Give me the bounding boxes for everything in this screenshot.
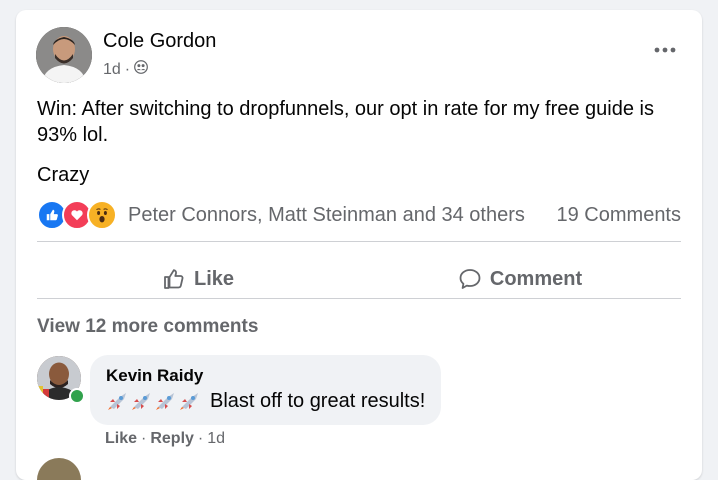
comment-icon bbox=[459, 269, 481, 289]
comments-count[interactable]: 19 Comments bbox=[557, 204, 682, 227]
online-status-dot bbox=[69, 388, 85, 404]
divider bbox=[37, 241, 681, 242]
meta-separator: · bbox=[124, 60, 131, 78]
more-options-button[interactable] bbox=[650, 38, 680, 62]
post-body: Win: After switching to dropfunnels, our… bbox=[37, 96, 677, 188]
next-commenter-avatar[interactable] bbox=[37, 458, 81, 480]
post-text-line: Crazy bbox=[37, 164, 90, 186]
comment-label: Comment bbox=[489, 267, 583, 290]
friends-icon[interactable] bbox=[134, 60, 149, 79]
view-more-comments[interactable]: View 12 more comments bbox=[37, 316, 258, 338]
comment-actions: Like · Reply · 1d bbox=[105, 430, 225, 448]
like-icon bbox=[164, 269, 184, 289]
reaction-icons[interactable] bbox=[37, 200, 117, 230]
comment-text: Blast off to great results! bbox=[106, 387, 425, 415]
post-card: Cole Gordon 1d · Win: After switching to… bbox=[16, 10, 702, 480]
comment-time[interactable]: 1d bbox=[207, 430, 225, 448]
post-text-line: Win: After switching to dropfunnels, our… bbox=[37, 98, 654, 146]
divider bbox=[37, 298, 681, 299]
comment-reply-link[interactable]: Reply bbox=[150, 430, 194, 448]
comment-bubble: Kevin Raidy Blast off to great results! bbox=[90, 355, 442, 425]
rocket-emoji-icon bbox=[106, 391, 202, 411]
author-avatar[interactable] bbox=[36, 27, 92, 83]
wow-reaction-icon bbox=[87, 200, 117, 230]
comment-author[interactable]: Kevin Raidy bbox=[106, 365, 425, 387]
like-label: Like bbox=[193, 267, 235, 290]
comment-separator: · bbox=[141, 430, 147, 447]
comment-like-link[interactable]: Like bbox=[105, 430, 137, 448]
comment-body: Blast off to great results! bbox=[210, 390, 426, 412]
more-dots-icon bbox=[654, 47, 676, 53]
post-time[interactable]: 1d bbox=[103, 61, 121, 79]
reactions-row: Peter Connors, Matt Steinman and 34 othe… bbox=[37, 200, 681, 230]
author-name[interactable]: Cole Gordon bbox=[103, 30, 216, 53]
comment-separator: · bbox=[197, 430, 204, 447]
post-meta: 1d · bbox=[103, 60, 149, 79]
reactors-summary[interactable]: Peter Connors, Matt Steinman and 34 othe… bbox=[128, 204, 557, 227]
